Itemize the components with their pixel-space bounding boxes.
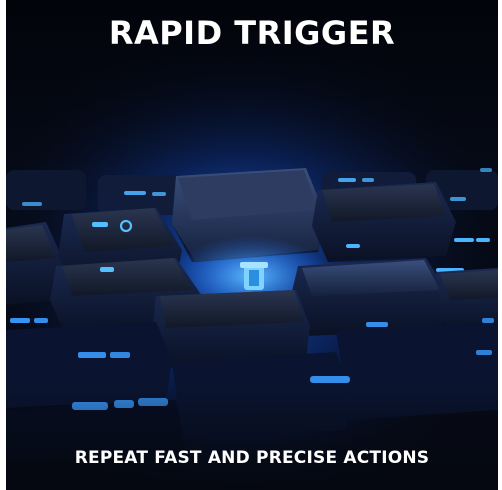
product-banner: RAPID TRIGGER REPEAT FAST AND PRECISE AC… <box>0 0 502 490</box>
keyboard-photo: RAPID TRIGGER REPEAT FAST AND PRECISE AC… <box>6 0 498 490</box>
keyboard-illustration <box>6 0 498 490</box>
switch-stem <box>240 262 268 290</box>
banner-tagline: REPEAT FAST AND PRECISE ACTIONS <box>74 448 430 468</box>
banner-headline: RAPID TRIGGER <box>108 14 396 52</box>
